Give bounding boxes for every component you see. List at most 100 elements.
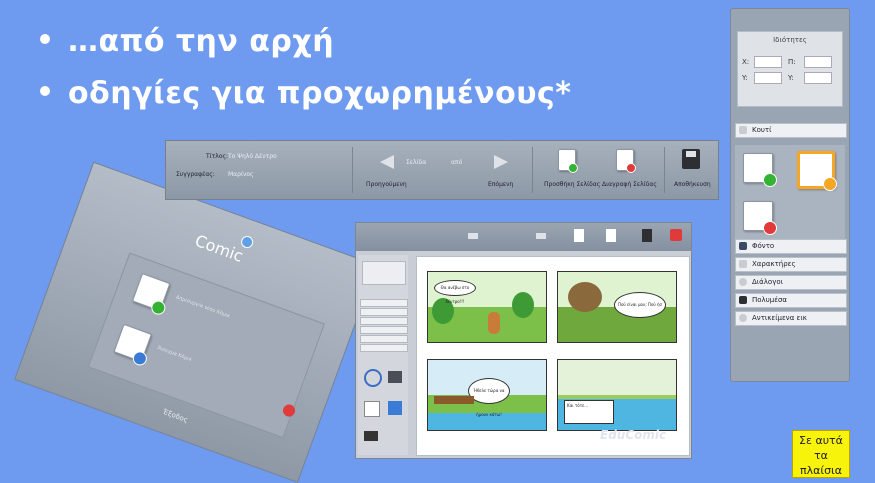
save-icon[interactable] [642,229,652,242]
properties-title: Ιδιότητες [773,36,807,44]
side-item[interactable] [360,299,408,307]
add-page-button[interactable] [558,149,578,173]
comic-panel-4[interactable]: Και τότε... [557,359,677,431]
log [434,396,474,404]
new-comic-button[interactable] [131,273,171,317]
side-item[interactable] [360,317,408,325]
bullet-1: …από την αρχή [40,24,334,59]
print-icon[interactable] [388,371,402,383]
save-icon-label [686,151,696,157]
delete-page-button[interactable] [616,149,636,173]
open-icon [130,349,149,368]
speech-bubble: Ήθελε τώρα να ήμουν κάτω! [468,378,510,417]
title-field[interactable]: Το Ψηλό Δέντρο [228,153,277,160]
add-icon [149,298,168,317]
x-label: Χ: [742,58,750,66]
object-icon [739,314,747,322]
open-comic-button[interactable] [113,323,152,368]
y-label: Y: [742,74,748,82]
bullet-1-text: …από την αρχή [68,24,335,59]
add-page-icon[interactable] [574,229,584,242]
h-field[interactable] [804,72,832,84]
section-characters-label: Χαρακτήρες [752,260,796,268]
prev-label: Προηγούμενη [366,181,407,188]
author-label: Συγγραφέας: [176,171,215,178]
section-media[interactable]: Πολυμέσα [735,293,847,308]
caption-box: Και τότε... [564,400,614,424]
add-page-label: Προσθήκη Σελίδας [544,181,601,188]
save-icon[interactable] [682,149,700,169]
character-icon [739,260,747,268]
comic-panel-2[interactable]: Πού είναι μου; Πού ήσ [557,271,677,343]
export-icon[interactable] [388,401,402,415]
section-background[interactable]: Φόντο [735,239,847,254]
properties-box [362,261,406,285]
media-icon [739,296,747,304]
editor-toolbar [356,223,691,251]
box-templates [735,145,845,245]
w-field[interactable] [804,56,832,68]
open-comic-label: Άνοιγμα Κόμικ [156,344,193,364]
selected-box-button[interactable] [797,151,837,191]
box-style-icon [823,177,837,191]
panel-sky [558,360,676,399]
comic-panel-3[interactable]: Ήθελε τώρα να ήμουν κάτω! [427,359,547,431]
side-item[interactable] [360,335,408,343]
yellow-note: Σε αυτά τα πλαίσια [792,430,850,478]
new-box-button[interactable] [743,153,777,187]
start-footer: Έξοδος [161,407,189,425]
image-icon [739,242,747,250]
side-item[interactable] [360,308,408,316]
save-label: Αποθήκευση [674,181,711,188]
zoom-icon[interactable] [364,369,382,387]
section-dialogues[interactable]: Διάλογοι [735,275,847,290]
speech-bubble: Θα ανέβω στο δέντρο!!! [434,280,476,304]
properties-box: Ιδιότητες Χ: Π: Y: Y: [737,31,843,107]
h-label: Y: [788,74,794,82]
close-icon[interactable] [670,229,682,241]
bullet-2-text: οδηγίες για προχωρημένους* [68,76,572,111]
section-box-label: Κουτί [752,126,772,134]
section-characters[interactable]: Χαρακτήρες [735,257,847,272]
delete-page-icon[interactable] [606,229,616,242]
bullet-dot-icon [40,33,50,44]
tree [512,292,534,318]
page-label: Σελίδα [406,159,427,166]
comic-toolbar: Τίτλος: Το Ψηλό Δέντρο Συγγραφέας: Μαρίν… [165,140,719,200]
w-label: Π: [788,58,796,66]
folder-icon[interactable] [364,431,378,441]
prev-arrow-icon[interactable] [468,233,478,239]
prev-arrow-icon[interactable] [380,155,394,169]
character [488,312,500,334]
delete-icon [763,221,777,235]
author-field[interactable]: Μαρίνος [228,171,254,178]
delete-box-button[interactable] [743,201,777,235]
section-box[interactable]: Κουτί [735,123,847,138]
speech-bubble: Πού είναι μου; Πού ήσ [614,292,666,318]
side-item[interactable] [360,344,408,352]
section-dialogues-label: Διάλογοι [752,278,783,286]
new-comic-label: Δημιουργία νέου Κόμικ [175,294,231,320]
editor-window: Θα ανέβω στο δέντρο!!! Πού είναι μου; Πο… [355,222,692,459]
title-label: Τίτλος: [206,153,229,160]
add-icon [568,163,578,173]
toolbar-divider [664,147,665,193]
x-field[interactable] [754,56,782,68]
image-icon[interactable] [364,401,380,417]
next-arrow-icon[interactable] [494,155,508,169]
next-label: Επόμενη [488,181,514,188]
comic-logo: Comic [192,230,246,266]
section-media-label: Πολυμέσα [752,296,788,304]
side-item[interactable] [360,326,408,334]
tree-trunk [568,282,602,312]
bullet-dot-icon [40,85,50,96]
editor-side-panel [358,255,408,455]
bullet-2: οδηγίες για προχωρημένους* [40,76,571,111]
start-screen-window: Comic Δημιουργία νέου Κόμικ Άνοιγμα Κόμι… [14,161,378,483]
comic-panel-1[interactable]: Θα ανέβω στο δέντρο!!! [427,271,547,343]
section-objects[interactable]: Αντικείμενα εικ [735,311,847,326]
y-field[interactable] [754,72,782,84]
next-arrow-icon[interactable] [536,233,546,239]
page-of-label: από [451,159,463,166]
start-screen: Comic Δημιουργία νέου Κόμικ Άνοιγμα Κόμι… [14,161,378,483]
